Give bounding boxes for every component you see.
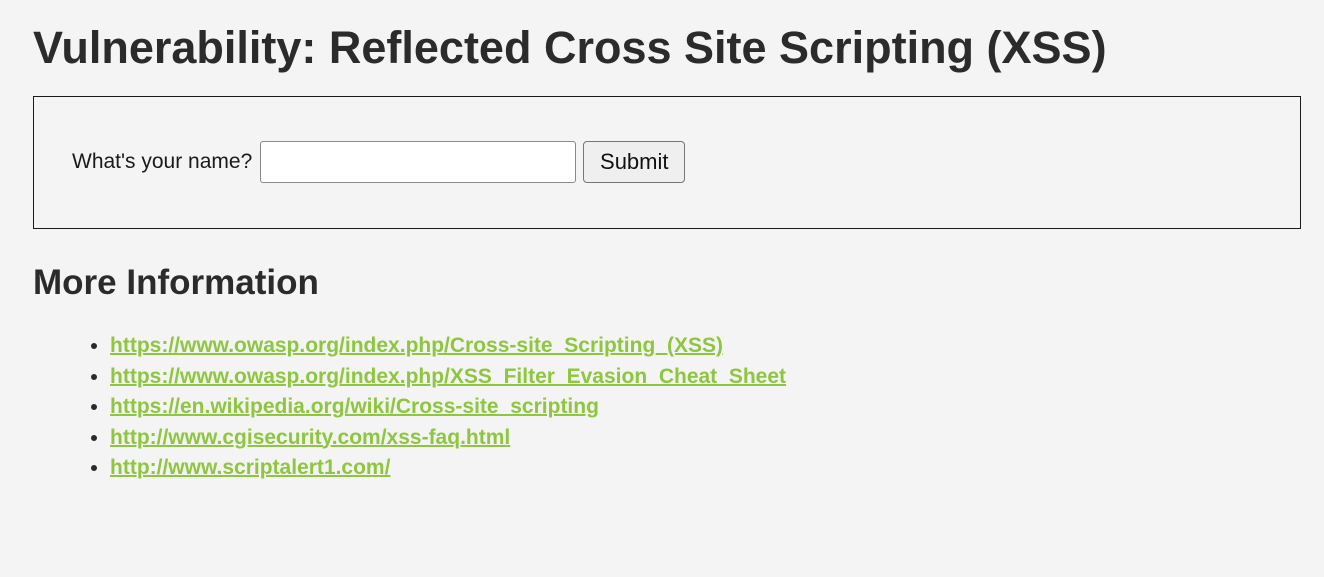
owasp-filter-evasion-link[interactable]: https://www.owasp.org/index.php/XSS_Filt… — [110, 365, 786, 388]
name-label: What's your name? — [72, 150, 253, 173]
list-item: https://en.wikipedia.org/wiki/Cross-site… — [110, 392, 786, 423]
scriptalert1-link[interactable]: http://www.scriptalert1.com/ — [110, 456, 390, 479]
cgisecurity-xss-faq-link[interactable]: http://www.cgisecurity.com/xss-faq.html — [110, 426, 510, 449]
submit-button[interactable]: Submit — [583, 141, 686, 183]
wikipedia-xss-link[interactable]: https://en.wikipedia.org/wiki/Cross-site… — [110, 395, 599, 418]
name-input[interactable] — [260, 141, 577, 183]
name-form: What's your name? Submit — [72, 141, 686, 183]
more-information-heading: More Information — [33, 263, 319, 302]
xss-form-box: What's your name? Submit — [33, 96, 1301, 229]
owasp-xss-link[interactable]: https://www.owasp.org/index.php/Cross-si… — [110, 334, 723, 357]
page-title: Vulnerability: Reflected Cross Site Scri… — [33, 22, 1107, 73]
list-item: http://www.scriptalert1.com/ — [110, 453, 786, 484]
list-item: http://www.cgisecurity.com/xss-faq.html — [110, 423, 786, 454]
list-item: https://www.owasp.org/index.php/XSS_Filt… — [110, 362, 786, 393]
list-item: https://www.owasp.org/index.php/Cross-si… — [110, 331, 786, 362]
more-information-list: https://www.owasp.org/index.php/Cross-si… — [86, 331, 786, 484]
